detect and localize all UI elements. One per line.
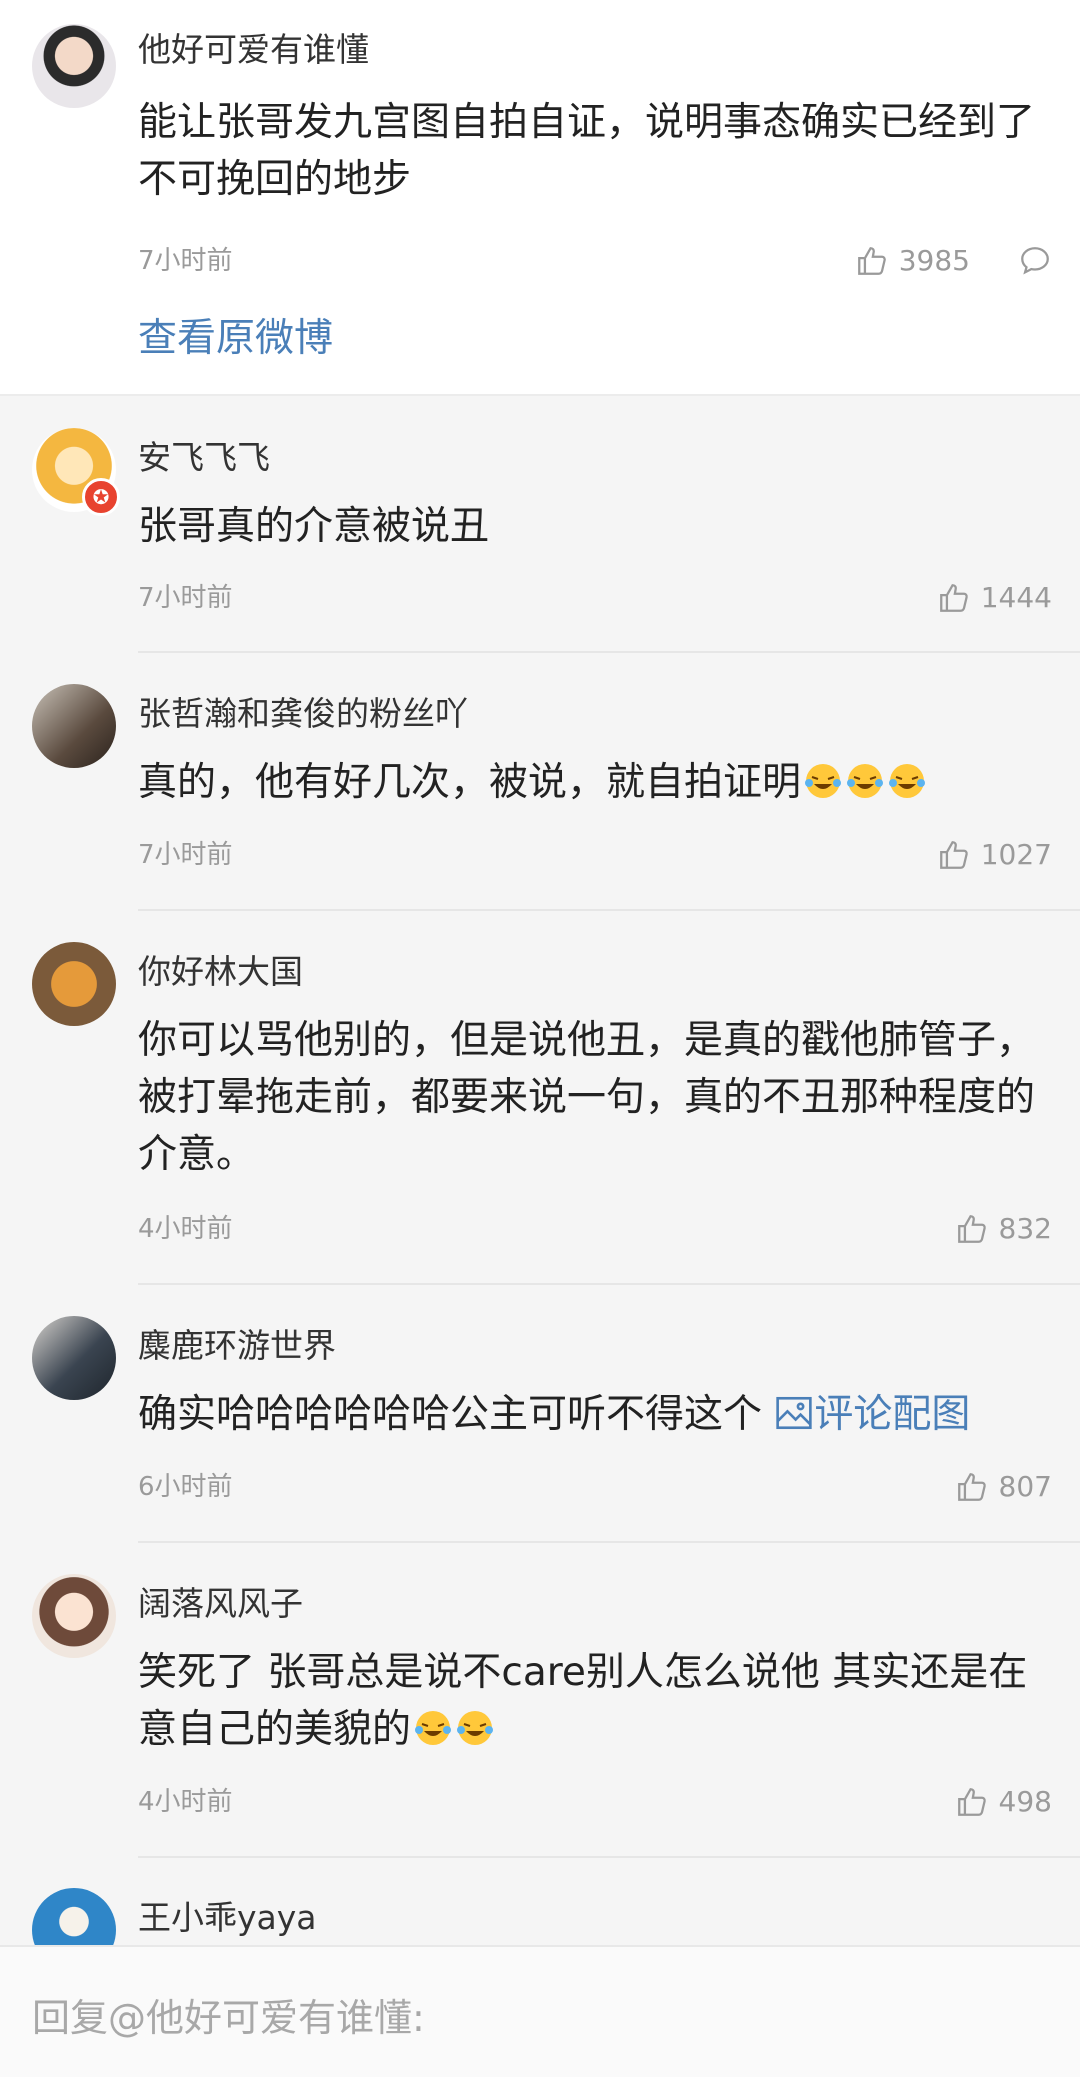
like-button[interactable]: 3985 [855, 244, 970, 278]
like-button[interactable]: 807 [955, 1470, 1052, 1504]
comment-bubble-icon [1021, 247, 1049, 275]
thumbs-up-icon [957, 1215, 986, 1243]
avatar[interactable] [32, 1316, 116, 1400]
avatar[interactable] [32, 24, 116, 108]
like-count: 807 [998, 1470, 1052, 1503]
like-button[interactable]: 832 [955, 1212, 1052, 1246]
divider [0, 394, 1080, 396]
comment-image-link[interactable]: 评论配图 [774, 1392, 970, 1437]
post-text: 能让张哥发九宫图自拍自证，说明事态确实已经到了不可挽回的地步 [138, 100, 1036, 202]
timestamp: 7小时前 [138, 246, 233, 276]
like-count: 1027 [980, 838, 1052, 871]
username[interactable]: 他好可爱有谁懂 [138, 28, 369, 72]
laughing-tears-emoji [805, 764, 842, 798]
timestamp: 4小时前 [138, 1214, 233, 1244]
comment-text-content: 确实哈哈哈哈哈哈公主可听不得这个 [138, 1392, 775, 1437]
avatar[interactable] [32, 1574, 116, 1658]
thumbs-up-icon [857, 247, 886, 275]
username[interactable]: 你好林大国 [138, 950, 303, 994]
username[interactable]: 安飞飞飞 [138, 436, 270, 480]
comment-text: 真的，他有好几次，被说，就自拍证明 [138, 754, 1038, 811]
thumbs-up-icon [957, 1473, 986, 1501]
divider [138, 1856, 1080, 1858]
avatar[interactable] [32, 942, 116, 1026]
comment-image-label: 评论配图 [814, 1392, 971, 1437]
comment-text: 笑死了 张哥总是说不care别人怎么说他 其实还是在意自己的美貌的 [138, 1644, 1048, 1758]
timestamp: 6小时前 [138, 1472, 233, 1502]
original-post: 他好可爱有谁懂 能让张哥发九宫图自拍自证，说明事态确实已经到了不可挽回的地步 7… [0, 0, 1080, 394]
comment-text-content: 笑死了 张哥总是说不care别人怎么说他 其实还是在意自己的美貌的 [138, 1650, 1028, 1752]
comment-text: 确实哈哈哈哈哈哈公主可听不得这个 评论配图 [138, 1386, 1038, 1443]
like-count: 832 [998, 1212, 1052, 1245]
thumbs-up-icon [939, 584, 968, 612]
thumbs-up-icon [957, 1788, 986, 1816]
comment-text: 你可以骂他别的，但是说他丑，是真的戳他肺管子，被打晕拖走前，都要来说一句，真的不… [138, 1018, 1036, 1177]
like-button[interactable]: 1027 [937, 838, 1052, 872]
thumbs-up-icon [939, 841, 968, 869]
like-count: 1444 [980, 581, 1052, 614]
comment-text: 张哥真的介意被说丑 [138, 504, 490, 549]
username[interactable]: 麋鹿环游世界 [138, 1324, 336, 1368]
laughing-tears-emoji [847, 764, 884, 798]
username[interactable]: 阔落风风子 [138, 1582, 303, 1626]
divider [138, 1283, 1080, 1285]
timestamp: 7小时前 [138, 840, 233, 870]
like-button[interactable]: 498 [955, 1785, 1052, 1819]
laughing-tears-emoji [415, 1711, 452, 1745]
divider [138, 1541, 1080, 1543]
image-icon [776, 1396, 813, 1430]
divider [138, 651, 1080, 653]
view-original-link[interactable]: 查看原微博 [138, 314, 333, 364]
like-count: 3985 [898, 244, 970, 277]
username[interactable]: 张哲瀚和龚俊的粉丝吖 [138, 692, 468, 736]
comment-button[interactable] [1018, 244, 1052, 282]
vip-badge-icon: ✪ [82, 478, 120, 516]
laughing-tears-emoji [889, 764, 926, 798]
timestamp: 4小时前 [138, 1787, 233, 1817]
reply-bar: 回复@他好可爱有谁懂: [0, 1945, 1080, 2077]
avatar[interactable] [32, 684, 116, 768]
laughing-tears-emoji [457, 1711, 494, 1745]
reply-input[interactable]: 回复@他好可爱有谁懂: [32, 1987, 425, 2042]
like-button[interactable]: 1444 [937, 581, 1052, 615]
like-count: 498 [998, 1785, 1052, 1818]
divider [138, 909, 1080, 911]
username[interactable]: 王小乖yaya [138, 1896, 317, 1940]
comment-text-content: 真的，他有好几次，被说，就自拍证明 [138, 760, 802, 805]
timestamp: 7小时前 [138, 583, 233, 613]
